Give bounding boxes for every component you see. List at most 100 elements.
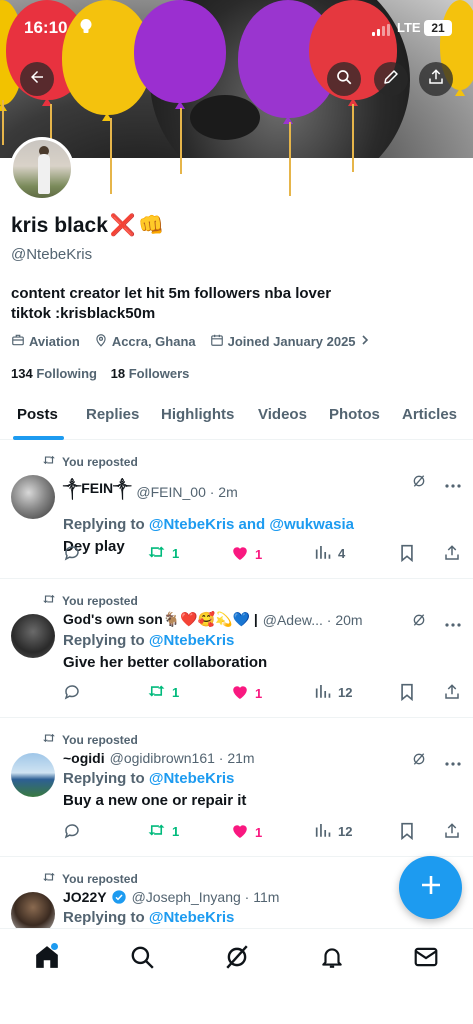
like-count: 1 bbox=[255, 824, 263, 840]
share-post-button[interactable] bbox=[443, 544, 461, 565]
calendar-icon bbox=[210, 333, 224, 350]
balloon-string bbox=[2, 100, 4, 145]
tab-videos[interactable]: Videos bbox=[258, 406, 307, 423]
replying-mentions[interactable]: @NtebeKris bbox=[149, 770, 234, 787]
like-button[interactable]: 1 bbox=[231, 683, 262, 703]
post-item[interactable]: You reposted ~ogidi @ogidibrown161 · 21m… bbox=[0, 718, 473, 857]
views-button[interactable]: 12 bbox=[315, 683, 352, 702]
avatar[interactable] bbox=[11, 614, 55, 658]
profile-bio: content creator let hit 5m followers nba… bbox=[11, 284, 461, 324]
joined-item[interactable]: Joined January 2025 bbox=[210, 333, 370, 350]
repost-button[interactable]: 1 bbox=[147, 822, 179, 841]
followers-label: Followers bbox=[128, 366, 190, 381]
repost-icon bbox=[147, 683, 166, 702]
more-options-icon[interactable] bbox=[445, 614, 461, 632]
tab-highlights[interactable]: Highlights bbox=[161, 406, 234, 423]
author-name[interactable]: ~ogidi bbox=[63, 750, 105, 766]
replying-to: Replying to @NtebeKris bbox=[63, 632, 463, 649]
tab-posts[interactable]: Posts bbox=[17, 406, 58, 423]
balloon-string bbox=[110, 118, 112, 194]
nav-home[interactable] bbox=[33, 943, 61, 973]
followers-link[interactable]: 18 Followers bbox=[111, 366, 190, 381]
share-post-button[interactable] bbox=[443, 683, 461, 704]
author-name[interactable]: JO22Y bbox=[63, 889, 107, 905]
profile-handle: @NtebeKris bbox=[11, 246, 93, 263]
bookmark-button[interactable] bbox=[399, 683, 415, 704]
edit-profile-button[interactable] bbox=[374, 62, 408, 96]
replying-mentions[interactable]: @NtebeKris and @wukwasia bbox=[149, 516, 354, 533]
reply-button[interactable] bbox=[63, 683, 81, 704]
following-link[interactable]: 134 Following bbox=[11, 366, 97, 381]
repost-icon bbox=[147, 544, 166, 563]
like-count: 1 bbox=[255, 546, 263, 562]
replying-mentions[interactable]: @NtebeKris bbox=[149, 632, 234, 649]
views-icon bbox=[315, 544, 332, 563]
bio-line: content creator let hit 5m followers nba… bbox=[11, 285, 332, 302]
post-top-actions bbox=[411, 751, 461, 772]
briefcase-icon bbox=[11, 333, 25, 350]
more-options-icon[interactable] bbox=[445, 753, 461, 771]
search-icon bbox=[335, 68, 353, 91]
tab-articles[interactable]: Articles bbox=[402, 406, 457, 423]
location-pin-icon bbox=[94, 333, 108, 350]
author-name[interactable]: ༒FEIN༒ bbox=[63, 472, 131, 512]
nav-messages[interactable] bbox=[412, 945, 440, 973]
status-bar: 16:10 LTE 21 bbox=[0, 0, 473, 56]
bookmark-icon bbox=[399, 544, 415, 565]
author-name[interactable]: God's own son🐐❤️🥰💫💙 | bbox=[63, 611, 258, 628]
views-button[interactable]: 4 bbox=[315, 544, 345, 563]
nav-search[interactable] bbox=[128, 945, 156, 973]
signal-icon bbox=[372, 24, 390, 36]
post-body: ༒FEIN༒ @FEIN_00 · 2m Replying to @NtebeK… bbox=[63, 472, 463, 555]
repost-label: You reposted bbox=[62, 732, 138, 747]
views-button[interactable]: 12 bbox=[315, 822, 352, 841]
tab-photos[interactable]: Photos bbox=[329, 406, 380, 423]
battery-indicator: 21 bbox=[424, 20, 452, 36]
bookmark-button[interactable] bbox=[399, 544, 415, 565]
bio-line: tiktok :krisblack50m bbox=[11, 305, 156, 322]
post-body: ~ogidi @ogidibrown161 · 21m Replying to … bbox=[63, 750, 463, 809]
replying-to: Replying to @NtebeKris and @wukwasia bbox=[63, 516, 463, 533]
search-icon bbox=[129, 944, 155, 975]
repost-button[interactable]: 1 bbox=[147, 683, 179, 702]
profile-avatar[interactable] bbox=[10, 137, 74, 201]
profile-name-text: kris black bbox=[11, 214, 108, 237]
balloon-string bbox=[289, 122, 291, 196]
profile-tabs: Posts Replies Highlights Videos Photos A… bbox=[0, 396, 473, 440]
more-options-icon[interactable] bbox=[445, 475, 461, 493]
grok-icon[interactable] bbox=[411, 473, 427, 494]
share-post-button[interactable] bbox=[443, 822, 461, 843]
reply-button[interactable] bbox=[63, 822, 81, 843]
grok-icon[interactable] bbox=[411, 612, 427, 633]
follow-stats: 134 Following 18 Followers bbox=[11, 366, 189, 381]
avatar[interactable] bbox=[11, 753, 55, 797]
search-button[interactable] bbox=[327, 62, 361, 96]
nav-notifications[interactable] bbox=[318, 945, 346, 973]
bookmark-button[interactable] bbox=[399, 822, 415, 843]
post-item[interactable]: You reposted God's own son🐐❤️🥰💫💙 | @Adew… bbox=[0, 579, 473, 718]
tab-replies[interactable]: Replies bbox=[86, 406, 139, 423]
verified-badge-icon bbox=[111, 889, 127, 905]
like-button[interactable]: 1 bbox=[231, 822, 262, 842]
repost-button[interactable]: 1 bbox=[147, 544, 179, 563]
category-label: Aviation bbox=[29, 334, 80, 349]
post-header: ~ogidi @ogidibrown161 · 21m bbox=[63, 750, 463, 766]
post-actions: 1 1 4 bbox=[63, 544, 463, 564]
grok-icon[interactable] bbox=[411, 751, 427, 772]
compose-button[interactable] bbox=[399, 856, 462, 919]
like-button[interactable]: 1 bbox=[231, 544, 262, 564]
repost-indicator: You reposted bbox=[42, 454, 138, 469]
location-item: Accra, Ghana bbox=[94, 333, 196, 350]
replying-to: Replying to @NtebeKris bbox=[63, 770, 463, 787]
replying-mentions[interactable]: @NtebeKris bbox=[149, 909, 234, 926]
repost-label: You reposted bbox=[62, 871, 138, 886]
bookmark-icon bbox=[399, 822, 415, 843]
nav-grok[interactable] bbox=[223, 944, 251, 973]
reply-button[interactable] bbox=[63, 544, 81, 565]
post-text: Buy a new one or repair it bbox=[63, 792, 247, 809]
avatar[interactable] bbox=[11, 475, 55, 519]
post-item[interactable]: You reposted ༒FEIN༒ @FEIN_00 · 2m Replyi… bbox=[0, 440, 473, 579]
share-button[interactable] bbox=[419, 62, 453, 96]
back-button[interactable] bbox=[20, 62, 54, 96]
view-count: 12 bbox=[338, 685, 353, 700]
